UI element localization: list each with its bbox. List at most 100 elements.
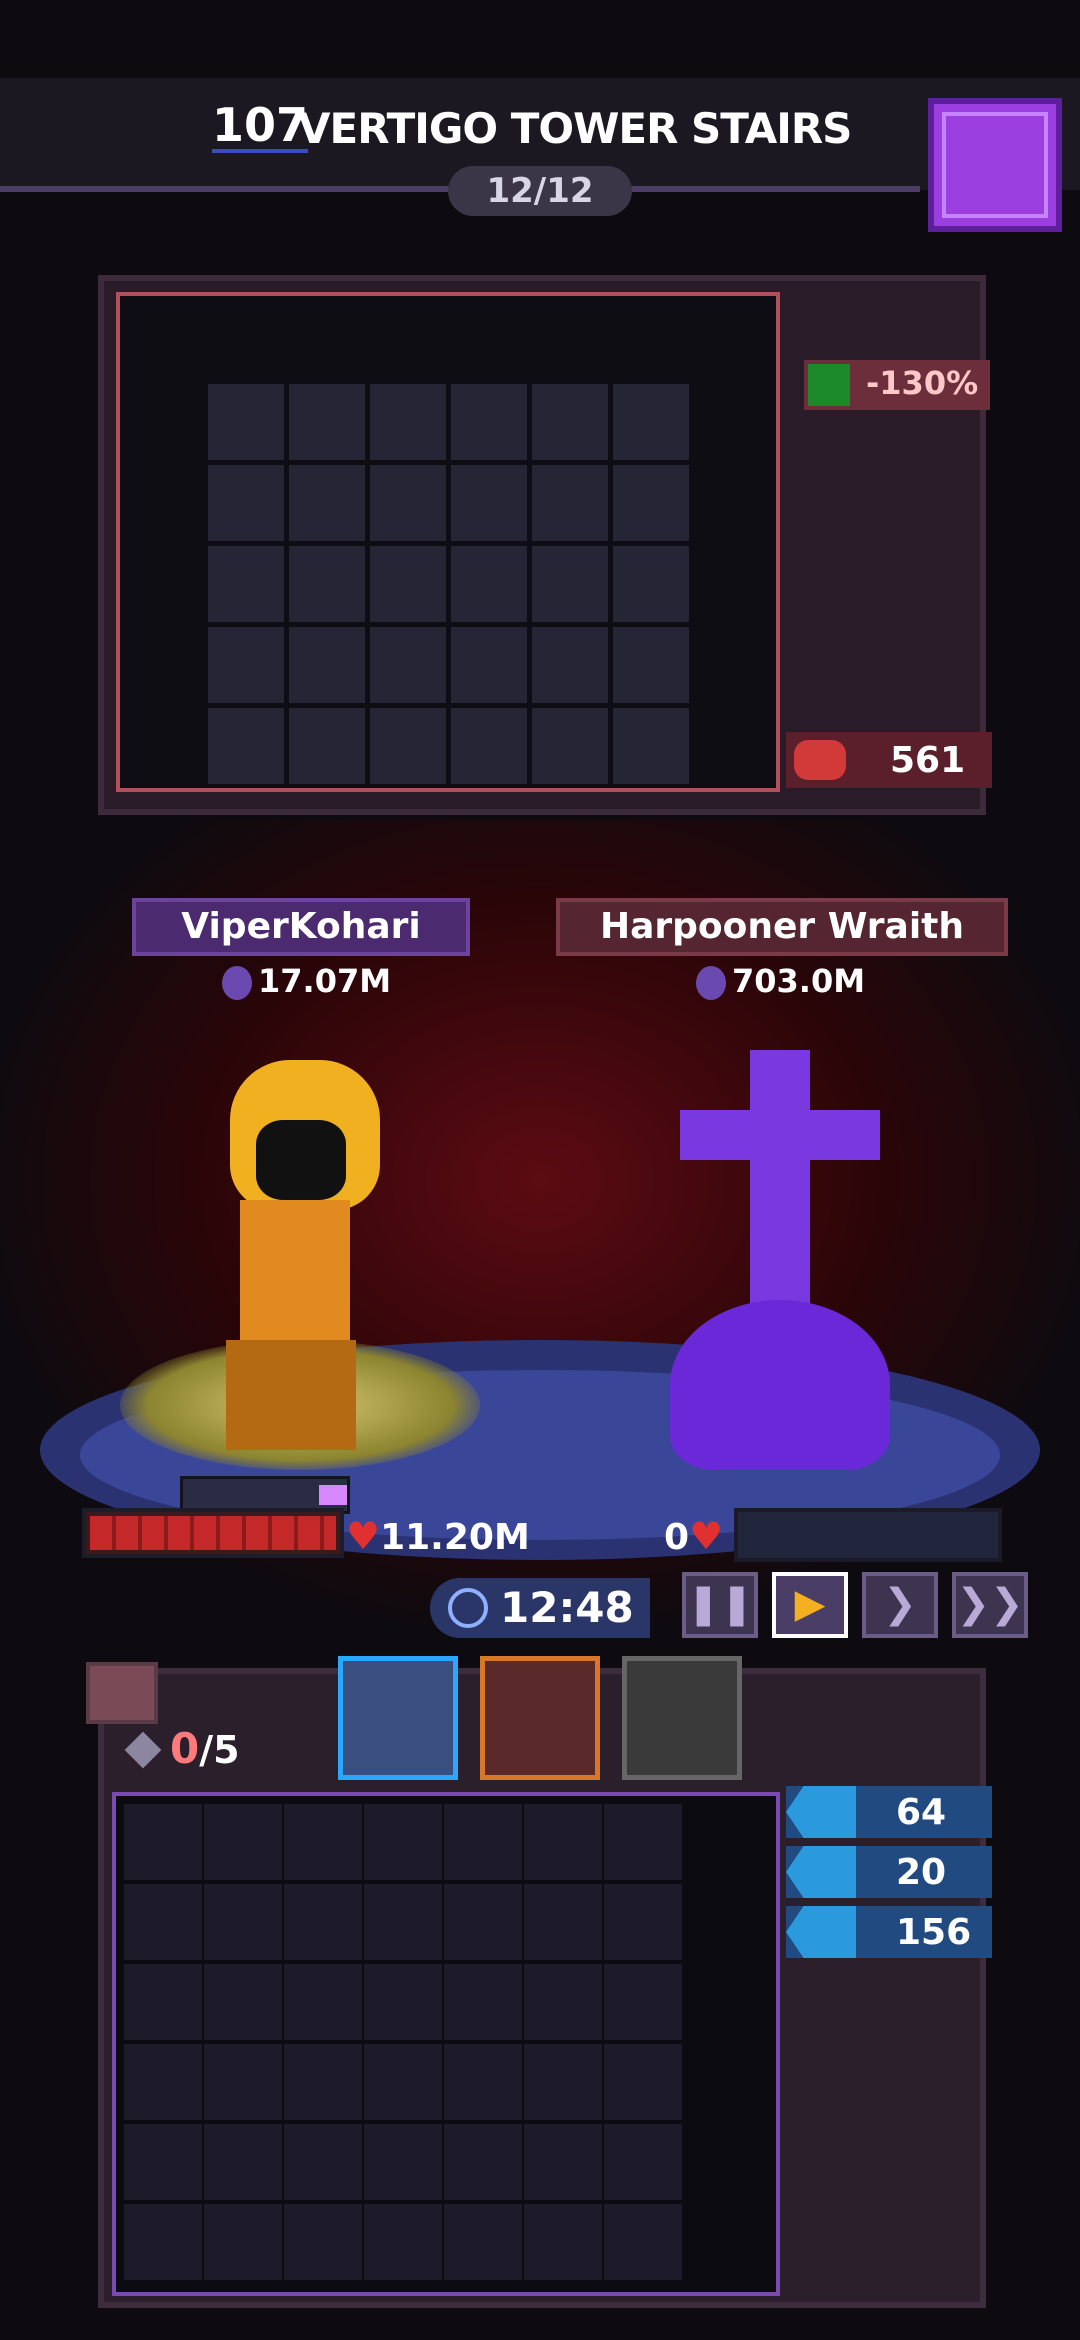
inventory-grid-cell[interactable]	[524, 2044, 602, 2120]
player-hp-value: 11.20M	[380, 1517, 530, 1558]
enemy-grid-cell	[289, 627, 365, 703]
enemy-grid-cell	[370, 384, 446, 460]
enemy-hp-bar	[734, 1508, 1002, 1562]
inventory-grid-cell[interactable]	[124, 2204, 202, 2280]
enemy-character	[640, 1050, 920, 1470]
enemy-grid-cell	[532, 384, 608, 460]
inventory-grid-cell[interactable]	[604, 2204, 682, 2280]
player-hp-bar	[82, 1508, 344, 1558]
inventory-grid-cell[interactable]	[284, 1804, 362, 1880]
inventory-grid-cell[interactable]	[604, 1804, 682, 1880]
inventory-grid-cell[interactable]	[444, 2204, 522, 2280]
enemy-hp: 0♥	[664, 1514, 723, 1558]
enemy-grid-cell	[532, 465, 608, 541]
enemy-grid-cell	[613, 465, 689, 541]
tab-blue-wolf-companion[interactable]	[338, 1656, 458, 1780]
enemy-grid-cell	[370, 465, 446, 541]
enemy-item-grid	[116, 292, 780, 792]
inventory-grid-cell[interactable]	[364, 1884, 442, 1960]
enemy-grid-cell	[451, 546, 527, 622]
inventory-grid-cell[interactable]	[444, 1884, 522, 1960]
stat-target: 20	[786, 1846, 992, 1898]
heart-outline-icon	[794, 740, 846, 780]
target-icon	[786, 1846, 856, 1898]
enemy-grid-cell	[208, 627, 284, 703]
inventory-grid-cell[interactable]	[524, 1964, 602, 2040]
inventory-grid-cell[interactable]	[524, 1804, 602, 1880]
inventory-grid-cell[interactable]	[284, 2124, 362, 2200]
inventory-grid-cell[interactable]	[124, 1884, 202, 1960]
enemy-grid-cell	[289, 546, 365, 622]
player-name: ViperKohari	[181, 906, 421, 947]
inventory-grid-cell[interactable]	[284, 2044, 362, 2120]
slot-count: 0/5	[124, 1724, 240, 1773]
inventory-grid-cell[interactable]	[364, 2204, 442, 2280]
inventory-grid-cell[interactable]	[284, 1884, 362, 1960]
inventory-grid-cell[interactable]	[124, 1964, 202, 2040]
backpack-icon	[942, 112, 1048, 218]
inventory-grid-cell[interactable]	[364, 2044, 442, 2120]
inventory-grid-cell[interactable]	[444, 1804, 522, 1880]
inventory-grid-cell[interactable]	[524, 1884, 602, 1960]
floor-number: 107	[212, 98, 309, 152]
inventory-grid-cell[interactable]	[204, 1884, 282, 1960]
boot-icon	[786, 1906, 856, 1958]
enemy-health-badge: 561	[786, 732, 992, 788]
inventory-grid-cell[interactable]	[124, 2124, 202, 2200]
player-power: 17.07M	[222, 962, 391, 1000]
sword-icon	[222, 966, 252, 1000]
enemy-grid-cell	[370, 708, 446, 784]
gem-icon	[124, 1731, 162, 1769]
enemy-grid-cell	[532, 708, 608, 784]
enemy-name: Harpooner Wraith	[599, 906, 965, 947]
backpack-button[interactable]	[928, 98, 1062, 232]
inventory-grid-cell[interactable]	[364, 1804, 442, 1880]
inventory-grid-cell[interactable]	[604, 2124, 682, 2200]
wave-progress: 12/12	[448, 166, 632, 216]
inventory-grid-cell[interactable]	[284, 2204, 362, 2280]
inventory-grid-cell[interactable]	[124, 2044, 202, 2120]
pause-button[interactable]: ❚❚	[682, 1572, 758, 1638]
tab-locked-companion[interactable]	[622, 1656, 742, 1780]
enemy-grid-cell	[289, 384, 365, 460]
player-item-grid[interactable]	[112, 1792, 780, 2296]
inventory-grid-cell[interactable]	[204, 2204, 282, 2280]
enemy-grid-cell	[208, 546, 284, 622]
enemy-grid-cell	[451, 384, 527, 460]
tab-red-boar-companion[interactable]	[480, 1656, 600, 1780]
play-button[interactable]: ▶	[772, 1572, 848, 1638]
enemy-power: 703.0M	[696, 962, 865, 1000]
inventory-grid-cell[interactable]	[124, 1804, 202, 1880]
inventory-grid-cell[interactable]	[204, 2124, 282, 2200]
inventory-grid-cell[interactable]	[204, 1804, 282, 1880]
player-power-value: 17.07M	[258, 962, 392, 1000]
stat-speed-value: 64	[896, 1792, 947, 1833]
item-list-button[interactable]	[86, 1662, 158, 1724]
inventory-grid-cell[interactable]	[364, 1964, 442, 2040]
inventory-grid-cell[interactable]	[204, 1964, 282, 2040]
inventory-grid-cell[interactable]	[524, 2124, 602, 2200]
fastest-button[interactable]: ❯❯	[952, 1572, 1028, 1638]
enemy-grid-cell	[451, 465, 527, 541]
timer-value: 12:48	[500, 1583, 634, 1632]
slot-used: 0	[170, 1724, 200, 1773]
stat-speed: 64	[786, 1786, 992, 1838]
enemy-grid-cell	[370, 546, 446, 622]
inventory-grid-cell[interactable]	[284, 1964, 362, 2040]
inventory-grid-cell[interactable]	[444, 1964, 522, 2040]
enemy-hp-value: 0	[664, 1517, 690, 1558]
inventory-grid-cell[interactable]	[604, 1964, 682, 2040]
inventory-grid-cell[interactable]	[524, 2204, 602, 2280]
player-character	[140, 1010, 460, 1460]
inventory-grid-cell[interactable]	[604, 1884, 682, 1960]
inventory-grid-cell[interactable]	[444, 2124, 522, 2200]
fast-forward-button[interactable]: ❯	[862, 1572, 938, 1638]
enemy-grid-cell	[451, 627, 527, 703]
inventory-grid-cell[interactable]	[364, 2124, 442, 2200]
inventory-grid-cell[interactable]	[444, 2044, 522, 2120]
inventory-grid-cell[interactable]	[204, 2044, 282, 2120]
stat-target-value: 20	[896, 1852, 947, 1893]
enemy-grid-cell	[613, 708, 689, 784]
inventory-grid-cell[interactable]	[604, 2044, 682, 2120]
sword-icon	[696, 966, 726, 1000]
